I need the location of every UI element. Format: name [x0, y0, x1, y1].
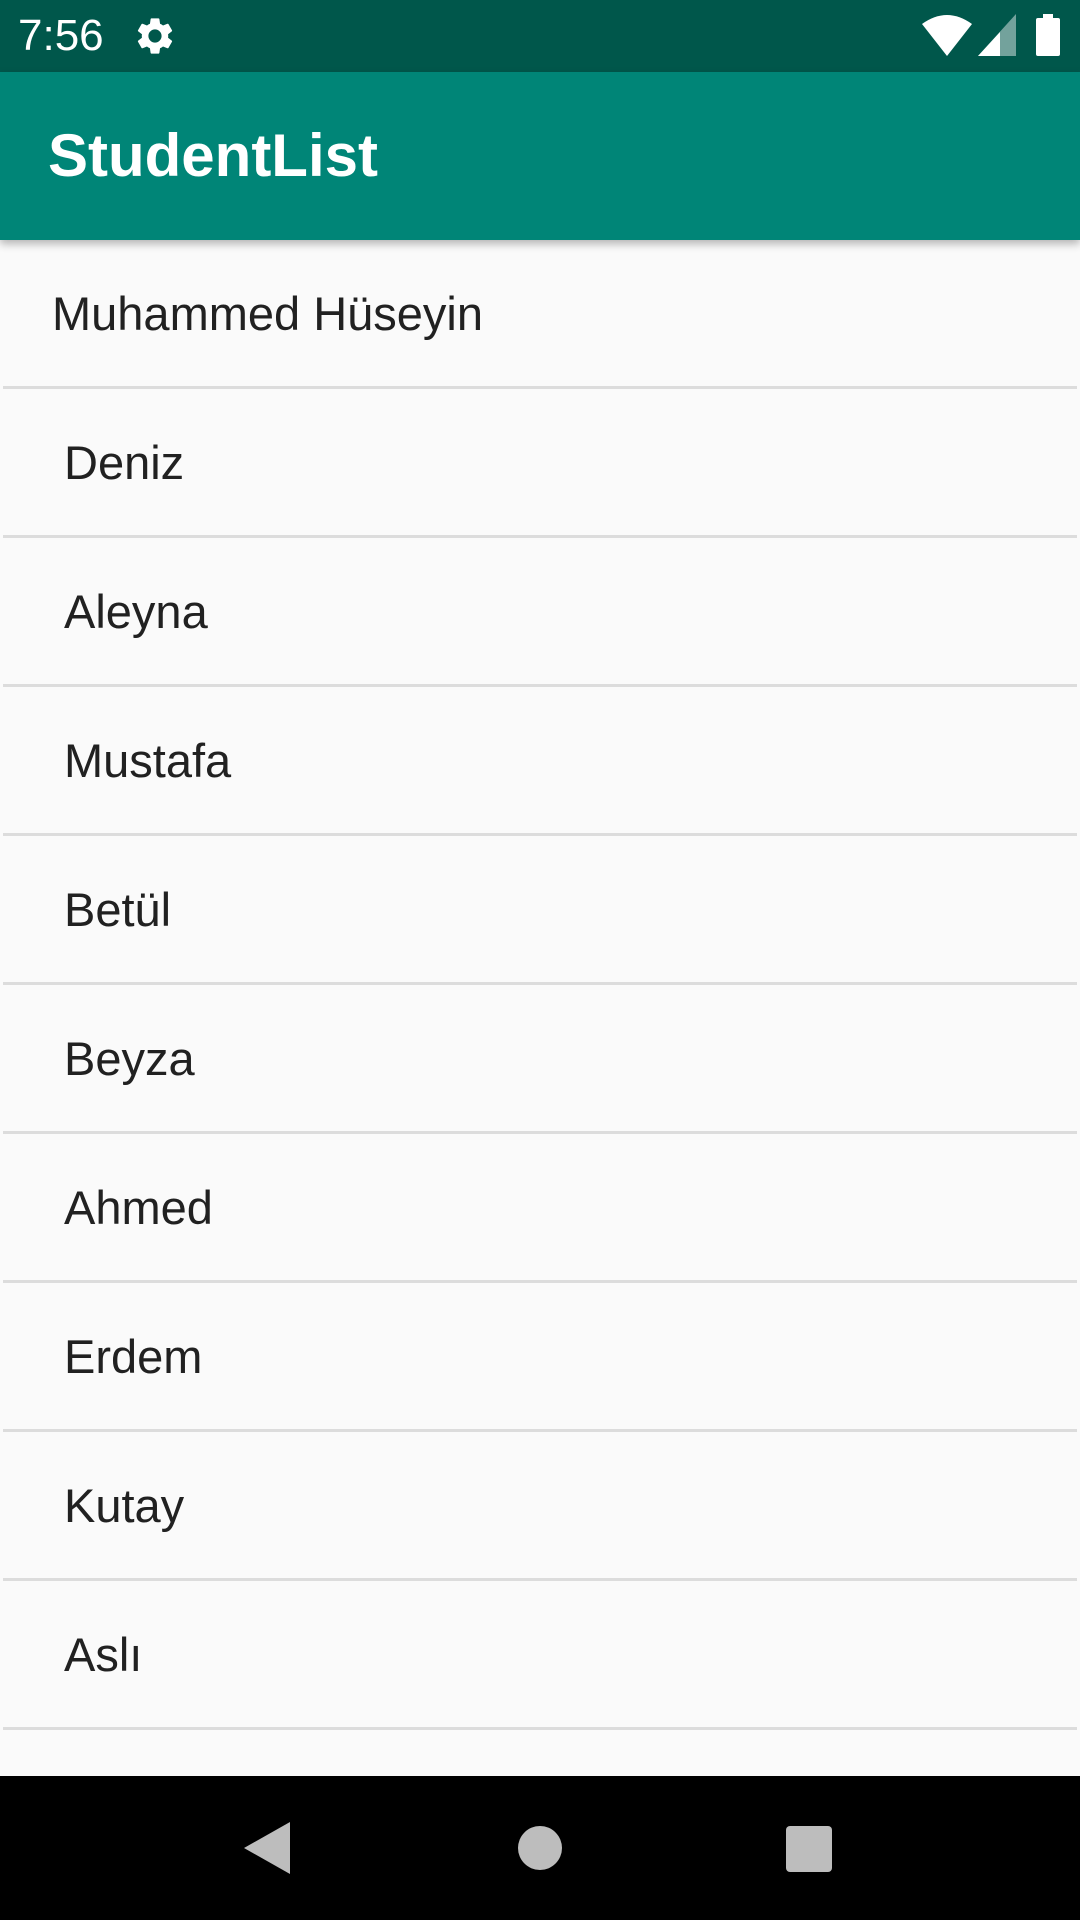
student-name: Ahmed: [64, 1181, 213, 1234]
navigation-bar: [0, 1776, 1080, 1920]
gear-icon: [137, 18, 173, 54]
student-name: Muhammed Hüseyin: [52, 287, 484, 340]
home-icon[interactable]: [518, 1826, 562, 1870]
list-item[interactable]: Beyza: [3, 985, 1077, 1134]
student-name: Beyza: [64, 1032, 195, 1085]
list-item[interactable]: Betül: [3, 836, 1077, 985]
list-item[interactable]: Deniz: [3, 389, 1077, 538]
list-item[interactable]: Erdem: [3, 1283, 1077, 1432]
student-name: Aleyna: [64, 585, 208, 638]
battery-icon: [1036, 14, 1060, 56]
student-name: Betül: [64, 883, 172, 936]
list-item[interactable]: Ahmed: [3, 1134, 1077, 1283]
list-item[interactable]: Aslı: [3, 1581, 1077, 1730]
recents-icon[interactable]: [786, 1826, 832, 1872]
back-icon[interactable]: [244, 1822, 290, 1874]
list-item[interactable]: Mustafa: [3, 687, 1077, 836]
student-name: Erdem: [64, 1330, 203, 1383]
list-item[interactable]: Aleyna: [3, 538, 1077, 687]
signal-icon: [978, 14, 1016, 56]
wifi-icon: [922, 15, 972, 56]
list-item-partial[interactable]: [3, 1730, 1077, 1776]
student-name: Deniz: [64, 436, 185, 489]
app-bar: StudentList: [0, 72, 1080, 240]
student-name: Mustafa: [64, 734, 232, 787]
student-name: Kutay: [64, 1479, 185, 1532]
app-title: StudentList: [48, 122, 378, 189]
status-bar: 7:56: [0, 0, 1080, 72]
student-name: Aslı: [64, 1628, 143, 1681]
screen: 7:56 StudentList Muhammed Hüseyin Deniz …: [0, 0, 1080, 1920]
list-item[interactable]: Kutay: [3, 1432, 1077, 1581]
list-item[interactable]: Muhammed Hüseyin: [3, 240, 1077, 389]
status-time: 7:56: [18, 11, 104, 60]
student-list[interactable]: Muhammed Hüseyin Deniz Aleyna Mustafa Be…: [0, 240, 1080, 1776]
